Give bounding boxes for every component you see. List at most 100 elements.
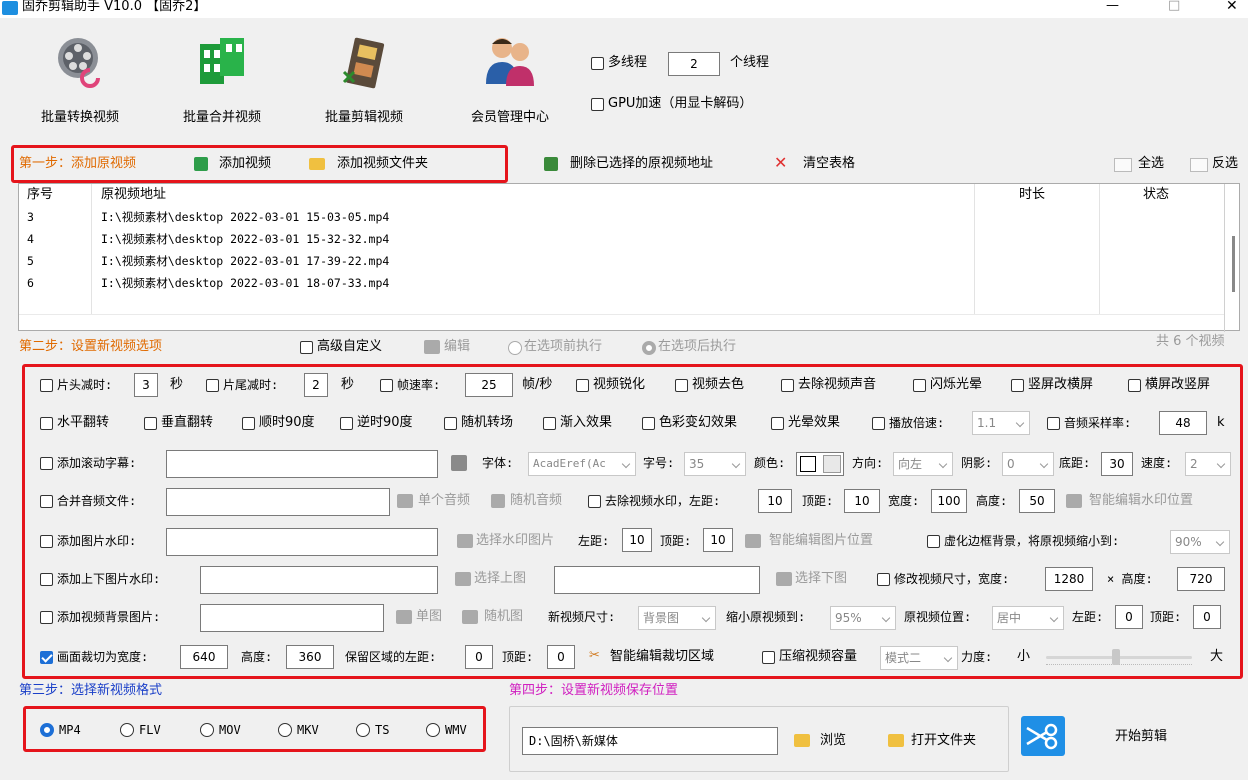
font-select[interactable]: AcadEref(Ac [528,452,636,476]
h2v-checkbox[interactable] [1128,379,1141,392]
resize-height-input[interactable]: 720 [1177,567,1225,591]
batch-convert-button[interactable]: 批量转换视频 [30,34,130,130]
rotate-ccw-checkbox[interactable] [340,417,353,430]
multithread-checkbox[interactable] [591,57,604,70]
table-row[interactable]: 4 I:\视频素材\desktop 2022-03-01 15-32-32.mp… [19,228,1224,250]
output-path-input[interactable]: D:\固桥\新媒体 [522,727,778,755]
scroll-text-input[interactable] [166,450,438,478]
bg-left-input[interactable]: 0 [1115,605,1143,629]
advanced-checkbox[interactable] [300,341,313,354]
img-left-input[interactable]: 10 [622,528,652,552]
random-audio-button[interactable]: 随机音频 [510,492,562,510]
single-audio-button[interactable]: 单个音频 [418,492,470,510]
before-radio[interactable] [508,341,522,355]
gpu-checkbox[interactable] [591,98,604,111]
shrink-original-select[interactable]: 95% [830,606,896,630]
compress-checkbox[interactable] [762,651,775,664]
original-position-select[interactable]: 居中 [992,606,1064,630]
resize-width-input[interactable]: 1280 [1045,567,1093,591]
speed-select[interactable]: 1.1 [972,411,1030,435]
remove-watermark-checkbox[interactable] [588,495,601,508]
start-cut-button[interactable]: 开始剪辑 [1115,728,1167,746]
background-image-checkbox[interactable] [40,611,53,624]
sample-rate-checkbox[interactable] [1047,417,1060,430]
bottom-margin-input[interactable]: 30 [1101,452,1133,476]
random-image-button[interactable]: 随机图 [484,608,523,626]
after-radio[interactable] [642,341,656,355]
v2h-checkbox[interactable] [1011,379,1024,392]
close-button[interactable]: ✕ [1226,0,1238,15]
table-scrollbar-thumb[interactable] [1232,236,1235,292]
new-size-select[interactable]: 背景图 [638,606,716,630]
mute-checkbox[interactable] [781,379,794,392]
batch-merge-button[interactable]: 批量合并视频 [170,34,274,130]
bottom-image-input[interactable] [554,566,760,594]
select-all-button[interactable]: 全选 [1138,155,1164,173]
flash-checkbox[interactable] [913,379,926,392]
edit-button[interactable]: 编辑 [444,338,470,356]
open-folder-button[interactable]: 打开文件夹 [911,732,976,750]
color-picker[interactable] [796,452,844,476]
shrink-select[interactable]: 90% [1170,530,1230,554]
audio-file-input[interactable] [166,488,390,516]
background-image-input[interactable] [200,604,384,632]
shadow-select[interactable]: 0 [1002,452,1054,476]
choose-top-image-button[interactable]: 选择上图 [474,570,526,588]
table-row[interactable]: 5 I:\视频素材\desktop 2022-03-01 17-39-22.mp… [19,250,1224,272]
head-cut-checkbox[interactable] [40,379,53,392]
format-radio-mkv[interactable] [278,723,292,737]
wm-top-input[interactable]: 10 [844,489,880,513]
crop-height-input[interactable]: 360 [286,645,334,669]
smart-image-position-button[interactable]: 智能编辑图片位置 [769,532,873,550]
choose-watermark-image-button[interactable]: 选择水印图片 [476,532,554,550]
tail-cut-checkbox[interactable] [206,379,219,392]
choose-bottom-image-button[interactable]: 选择下图 [795,570,847,588]
speed-checkbox[interactable] [872,417,885,430]
video-table[interactable]: 序号 原视频地址 时长 状态 3 I:\视频素材\desktop 2022-03… [18,183,1240,332]
image-watermark-checkbox[interactable] [40,535,53,548]
add-video-button[interactable]: 添加视频 [219,155,271,173]
top-bottom-watermark-checkbox[interactable] [40,573,53,586]
sample-rate-input[interactable]: 48 [1159,411,1207,435]
keep-top-input[interactable]: 0 [547,645,575,669]
format-radio-mp4[interactable] [40,723,54,737]
minimize-button[interactable]: — [1106,0,1119,15]
fade-checkbox[interactable] [543,417,556,430]
add-folder-button[interactable]: 添加视频文件夹 [337,155,428,173]
member-center-button[interactable]: 会员管理中心 [458,34,562,130]
crop-width-input[interactable]: 640 [180,645,228,669]
delete-selected-button[interactable]: 删除已选择的原视频地址 [570,155,713,173]
force-slider[interactable] [1046,648,1192,668]
resize-checkbox[interactable] [877,573,890,586]
image-watermark-input[interactable] [166,528,438,556]
bg-top-input[interactable]: 0 [1193,605,1221,629]
batch-cut-button[interactable]: 批量剪辑视频 [312,34,416,130]
format-radio-wmv[interactable] [426,723,440,737]
slider-thumb[interactable] [1112,649,1120,665]
img-top-input[interactable]: 10 [703,528,733,552]
smart-crop-button[interactable]: 智能编辑裁切区域 [610,648,714,666]
table-row[interactable]: 6 I:\视频素材\desktop 2022-03-01 18-07-33.mp… [19,272,1224,294]
color-fx-checkbox[interactable] [642,417,655,430]
format-radio-mov[interactable] [200,723,214,737]
invert-selection-button[interactable]: 反选 [1212,155,1238,173]
fps-checkbox[interactable] [380,379,393,392]
blur-border-checkbox[interactable] [927,535,940,548]
vflip-checkbox[interactable] [144,417,157,430]
smart-watermark-button[interactable]: 智能编辑水印位置 [1089,492,1193,510]
top-image-input[interactable] [200,566,438,594]
merge-audio-checkbox[interactable] [40,495,53,508]
hflip-checkbox[interactable] [40,417,53,430]
crop-checkbox[interactable] [40,651,53,664]
wm-width-input[interactable]: 100 [931,489,967,513]
format-radio-flv[interactable] [120,723,134,737]
scroll-text-checkbox[interactable] [40,457,53,470]
keep-left-input[interactable]: 0 [465,645,493,669]
compress-mode-select[interactable]: 模式二 [880,646,958,670]
random-transition-checkbox[interactable] [444,417,457,430]
single-image-button[interactable]: 单图 [416,608,442,626]
wm-left-input[interactable]: 10 [758,489,792,513]
sharpen-checkbox[interactable] [576,379,589,392]
browse-button[interactable]: 浏览 [820,732,846,750]
decolor-checkbox[interactable] [675,379,688,392]
